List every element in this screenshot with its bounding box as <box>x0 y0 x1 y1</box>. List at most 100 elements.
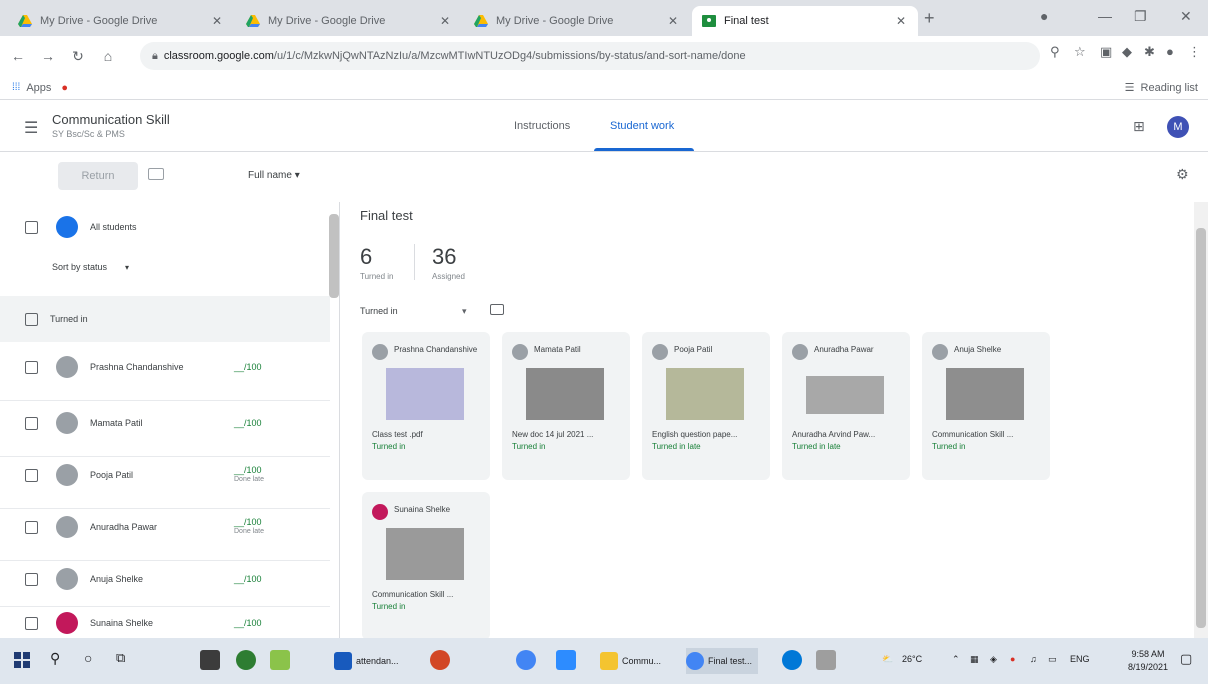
reading-list-icon[interactable]: ☰ <box>1125 81 1135 94</box>
notification-icon[interactable]: ▢ <box>1180 651 1192 667</box>
assigned-stat[interactable]: 36 Assigned <box>432 244 465 281</box>
chrome-icon[interactable] <box>516 650 536 670</box>
extension-icon-2[interactable]: ◆ <box>1122 44 1132 60</box>
close-icon[interactable]: ✕ <box>894 14 908 28</box>
extension-icon[interactable]: ▣ <box>1100 44 1112 60</box>
app-icon-2[interactable] <box>270 650 290 670</box>
section-checkbox[interactable] <box>25 312 38 326</box>
star-icon[interactable]: ☆ <box>1074 44 1086 60</box>
bookmark-icon[interactable]: ● <box>61 82 68 94</box>
student-checkbox[interactable] <box>25 416 38 430</box>
google-apps-icon[interactable]: ⊞ <box>1133 118 1145 135</box>
app-icon[interactable] <box>236 650 256 670</box>
file-thumbnail[interactable] <box>806 376 884 414</box>
grade-value[interactable]: __/100 <box>234 618 262 628</box>
zoom-icon[interactable]: ⚲ <box>1050 44 1060 60</box>
status-filter[interactable]: Turned in <box>360 306 398 316</box>
close-icon[interactable]: ✕ <box>438 14 452 28</box>
submission-card[interactable]: Pooja Patil English question pape... Tur… <box>642 332 770 480</box>
list-item[interactable]: Mamata Patil __/100 <box>0 412 330 434</box>
taskbar-app-attendance[interactable]: attendan... <box>334 648 399 674</box>
grade-value[interactable]: __/100 <box>234 418 262 428</box>
all-students-row[interactable]: All students <box>0 216 330 238</box>
puzzle-icon[interactable]: ✱ <box>1144 44 1155 60</box>
browser-tab-2[interactable]: My Drive - Google Drive ✕ <box>236 6 462 36</box>
return-button[interactable]: Return <box>58 162 138 190</box>
student-checkbox[interactable] <box>25 616 38 630</box>
app-icon-3[interactable] <box>816 650 836 670</box>
left-scrollbar[interactable] <box>329 214 339 298</box>
list-item[interactable]: Sunaina Shelke __/100 <box>0 612 330 634</box>
profile-avatar-icon[interactable]: ● <box>1166 44 1174 59</box>
folder-icon[interactable] <box>490 304 504 315</box>
powerpoint-icon[interactable] <box>430 650 450 670</box>
submission-card[interactable]: Anuja Shelke Communication Skill ... Tur… <box>922 332 1050 480</box>
network-icon[interactable]: ▦ <box>970 654 979 665</box>
back-icon[interactable]: ← <box>6 48 30 64</box>
browser-tab-1[interactable]: My Drive - Google Drive ✕ <box>8 6 234 36</box>
tab-student-work[interactable]: Student work <box>610 120 674 132</box>
tray-app-icon[interactable]: ● <box>1010 654 1015 664</box>
select-all-checkbox[interactable] <box>25 220 38 234</box>
maximize-button[interactable]: ❐ <box>1134 8 1147 25</box>
close-icon[interactable]: ✕ <box>666 14 680 28</box>
apps-icon[interactable]: ⁞⁞⁞ <box>12 82 20 93</box>
minimize-button[interactable]: — <box>1098 8 1112 24</box>
windows-start-icon[interactable] <box>14 652 30 668</box>
home-icon[interactable]: ⌂ <box>96 48 120 64</box>
turned-in-stat[interactable]: 6 Turned in <box>360 244 394 281</box>
course-title[interactable]: Communication Skill <box>52 112 170 127</box>
account-avatar[interactable]: M <box>1167 116 1189 138</box>
file-thumbnail[interactable] <box>386 368 464 420</box>
speaker-icon[interactable]: ♫ <box>1030 654 1037 664</box>
file-thumbnail[interactable] <box>946 368 1024 420</box>
list-item[interactable]: Prashna Chandanshive __/100 <box>0 356 330 378</box>
sort-by-status[interactable]: Sort by status ▾ <box>0 262 330 272</box>
submission-card[interactable]: Prashna Chandanshive Class test .pdf Tur… <box>362 332 490 480</box>
apps-bookmark[interactable]: Apps <box>26 82 51 94</box>
close-icon[interactable]: ✕ <box>210 14 224 28</box>
list-item[interactable]: Anuradha Pawar __/100 Done late <box>0 516 330 538</box>
file-thumbnail[interactable] <box>386 528 464 580</box>
reload-icon[interactable]: ↻ <box>66 48 90 65</box>
student-checkbox[interactable] <box>25 520 38 534</box>
submission-card[interactable]: Mamata Patil New doc 14 jul 2021 ... Tur… <box>502 332 630 480</box>
dropdown-arrow-icon[interactable]: ▾ <box>462 306 467 317</box>
battery-icon[interactable]: ▭ <box>1048 654 1057 665</box>
sort-select[interactable]: Full name ▾ <box>248 170 300 181</box>
grade-value[interactable]: __/100 Done late <box>234 465 264 485</box>
volume-icon[interactable]: ◈ <box>990 654 997 665</box>
weather-icon[interactable]: ⛅ <box>882 654 893 665</box>
browser-tab-active[interactable]: Final test ✕ <box>692 6 918 36</box>
address-bar[interactable]: 🔒︎ classroom.google.com/u/1/c/MzkwNjQwNT… <box>140 42 1040 70</box>
grade-value[interactable]: __/100 <box>234 574 262 584</box>
window-close-button[interactable]: ✕ <box>1180 8 1192 25</box>
profile-icon[interactable]: ● <box>1040 8 1048 24</box>
tray-chevron-icon[interactable]: ⌃ <box>952 654 960 665</box>
grade-value[interactable]: __/100 <box>234 362 262 372</box>
cortana-icon[interactable]: ○ <box>84 650 92 666</box>
language-indicator[interactable]: ENG <box>1070 654 1090 664</box>
edge-icon[interactable] <box>782 650 802 670</box>
file-thumbnail[interactable] <box>666 368 744 420</box>
store-icon[interactable] <box>200 650 220 670</box>
list-item[interactable]: Anuja Shelke __/100 <box>0 568 330 590</box>
section-turned-in[interactable]: Turned in <box>0 296 330 342</box>
zoom-app-icon[interactable] <box>556 650 576 670</box>
student-checkbox[interactable] <box>25 572 38 586</box>
main-menu-icon[interactable]: ☰ <box>24 118 38 138</box>
forward-icon[interactable]: → <box>36 48 60 64</box>
student-checkbox[interactable] <box>25 360 38 374</box>
main-scrollbar[interactable] <box>1194 202 1208 638</box>
clock[interactable]: 9:58 AM 8/19/2021 <box>1128 648 1168 674</box>
new-tab-button[interactable]: + <box>924 8 935 29</box>
list-item[interactable]: Pooja Patil __/100 Done late <box>0 464 330 486</box>
task-view-icon[interactable]: ⧉ <box>116 650 125 666</box>
submission-card[interactable]: Sunaina Shelke Communication Skill ... T… <box>362 492 490 640</box>
taskbar-app-chrome-active[interactable]: Final test... <box>686 648 759 674</box>
file-thumbnail[interactable] <box>526 368 604 420</box>
tab-instructions[interactable]: Instructions <box>514 120 570 132</box>
scrollbar-thumb[interactable] <box>1196 228 1206 628</box>
taskbar-app-explorer[interactable]: Commu... <box>600 648 661 674</box>
settings-icon[interactable]: ⚙ <box>1176 166 1189 183</box>
